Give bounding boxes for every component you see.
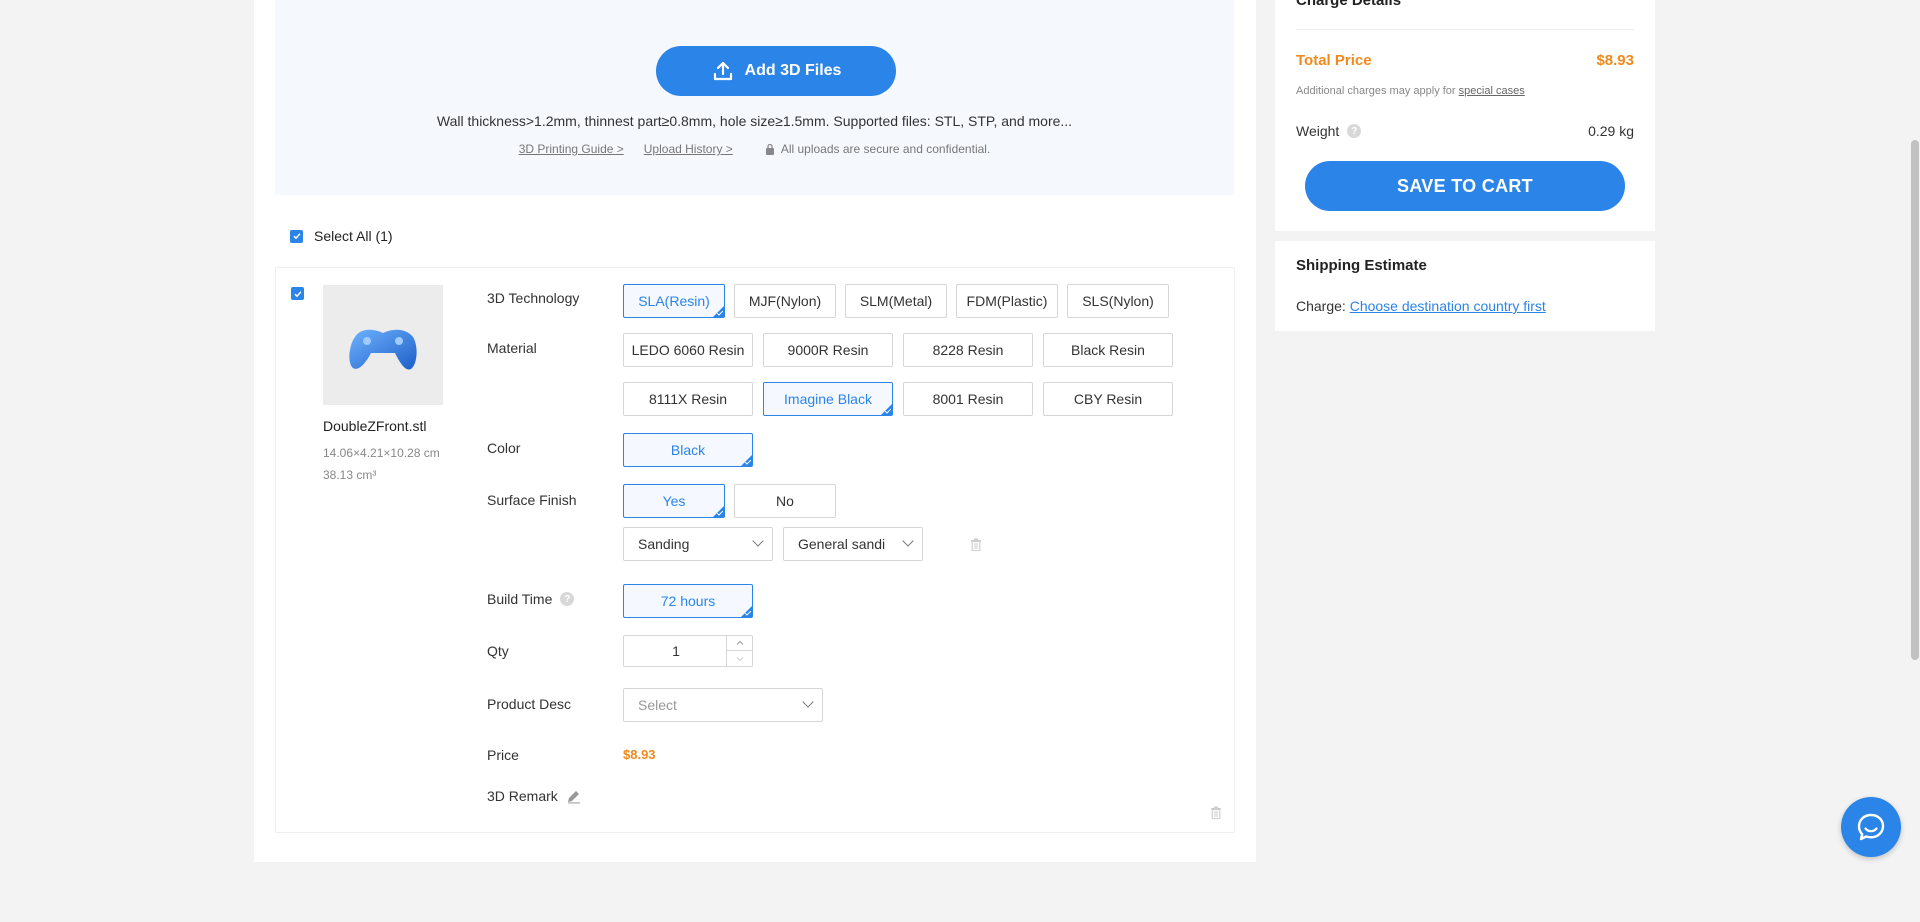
finish-type-value: Sanding xyxy=(638,536,690,552)
material-option[interactable]: LEDO 6060 Resin xyxy=(623,333,753,367)
quantity-decrease-button[interactable] xyxy=(726,651,752,666)
total-price-label: Total Price xyxy=(1296,52,1372,69)
material-option[interactable]: 9000R Resin xyxy=(763,333,893,367)
gamepad-model-image xyxy=(349,329,417,370)
material-label: Material xyxy=(487,340,537,356)
choose-country-link[interactable]: Choose destination country first xyxy=(1350,298,1546,314)
tech-option-sla[interactable]: SLA(Resin) xyxy=(623,284,725,318)
tech-option-slm[interactable]: SLM(Metal) xyxy=(845,284,947,318)
divider xyxy=(1296,29,1634,30)
color-label: Color xyxy=(487,440,521,456)
build-time-option[interactable]: 72 hours xyxy=(623,584,753,618)
remark-label: 3D Remark xyxy=(487,788,581,804)
secure-note: All uploads are secure and confidential. xyxy=(765,142,990,156)
chevron-down-icon xyxy=(802,696,814,708)
tech-option-sls[interactable]: SLS(Nylon) xyxy=(1067,284,1169,318)
upload-icon xyxy=(713,61,732,81)
shipping-estimate-card: Shipping Estimate Charge: Choose destina… xyxy=(1275,241,1655,331)
upload-requirements-note: Wall thickness>1.2mm, thinnest part≥0.8m… xyxy=(436,113,1073,129)
check-icon xyxy=(293,290,302,297)
total-price-value: $8.93 xyxy=(1596,52,1634,69)
file-name: DoubleZFront.stl xyxy=(323,418,427,434)
item-card: DoubleZFront.stl 14.06×4.21×10.28 cm 38.… xyxy=(275,267,1235,833)
build-time-label: Build Time ? xyxy=(487,591,575,607)
material-option[interactable]: Black Resin xyxy=(1043,333,1173,367)
charge-details-card: Charge Details Total Price $8.93 Additio… xyxy=(1275,0,1655,231)
help-icon[interactable]: ? xyxy=(1347,124,1362,138)
secure-text: All uploads are secure and confidential. xyxy=(780,142,991,156)
help-icon[interactable]: ? xyxy=(560,592,575,606)
upload-history-link[interactable]: Upload History > xyxy=(644,142,733,156)
quantity-increase-button[interactable] xyxy=(726,636,752,651)
upload-links: 3D Printing Guide > Upload History > All… xyxy=(275,142,1234,156)
lock-icon xyxy=(765,143,774,155)
tech-option-mjf[interactable]: MJF(Nylon) xyxy=(734,284,836,318)
chevron-down-icon xyxy=(902,535,914,547)
chevron-down-icon xyxy=(736,656,743,661)
upload-area[interactable]: Add 3D Files Wall thickness>1.2mm, thinn… xyxy=(275,0,1234,195)
shipping-charge: Charge: Choose destination country first xyxy=(1296,298,1546,314)
material-option[interactable]: 8111X Resin xyxy=(623,382,753,416)
tech-option-fdm[interactable]: FDM(Plastic) xyxy=(956,284,1058,318)
quantity-stepper xyxy=(623,635,753,667)
build-time-text: Build Time xyxy=(487,591,553,607)
material-option[interactable]: 8228 Resin xyxy=(903,333,1033,367)
item-checkbox[interactable] xyxy=(291,287,304,300)
surface-finish-no[interactable]: No xyxy=(734,484,836,518)
save-to-cart-button[interactable]: SAVE TO CART xyxy=(1305,161,1625,211)
quantity-input[interactable] xyxy=(624,636,728,666)
select-all[interactable]: Select All (1) xyxy=(290,228,393,244)
product-desc-placeholder: Select xyxy=(638,697,677,713)
select-all-label: Select All (1) xyxy=(314,228,393,244)
technology-label: 3D Technology xyxy=(487,290,580,306)
weight-label: Weight ? xyxy=(1296,123,1362,139)
shipping-charge-label: Charge: xyxy=(1296,298,1350,314)
material-option[interactable]: CBY Resin xyxy=(1043,382,1173,416)
material-option[interactable]: 8001 Resin xyxy=(903,382,1033,416)
weight-text: Weight xyxy=(1296,123,1340,139)
finish-trash-icon[interactable] xyxy=(970,538,982,551)
chevron-down-icon xyxy=(752,535,764,547)
surface-finish-label: Surface Finish xyxy=(487,492,577,508)
chat-icon xyxy=(1857,813,1885,841)
select-all-checkbox[interactable] xyxy=(290,229,303,243)
remark-text: 3D Remark xyxy=(487,788,558,804)
additional-charges-text: Additional charges may apply for xyxy=(1296,85,1459,97)
price-label: Price xyxy=(487,747,519,763)
finish-detail-select[interactable]: General sandi xyxy=(783,527,923,561)
material-option-selected[interactable]: Imagine Black xyxy=(763,382,893,416)
main-panel: Add 3D Files Wall thickness>1.2mm, thinn… xyxy=(254,0,1256,862)
add-3d-files-button[interactable]: Add 3D Files xyxy=(656,46,896,96)
model-thumbnail[interactable] xyxy=(323,285,443,405)
chevron-up-icon xyxy=(736,640,743,645)
pencil-icon[interactable] xyxy=(566,789,581,804)
color-option-black[interactable]: Black xyxy=(623,433,753,467)
scrollbar-thumb[interactable] xyxy=(1911,140,1919,660)
special-cases-link[interactable]: special cases xyxy=(1459,85,1525,97)
item-price: $8.93 xyxy=(623,747,656,762)
additional-charges-note: Additional charges may apply for special… xyxy=(1296,85,1525,97)
add-3d-files-label: Add 3D Files xyxy=(744,62,842,79)
qty-label: Qty xyxy=(487,643,509,659)
product-desc-label: Product Desc xyxy=(487,696,572,712)
file-volume: 38.13 cm³ xyxy=(323,468,377,482)
shipping-estimate-title: Shipping Estimate xyxy=(1296,257,1427,274)
charge-details-title: Charge Details xyxy=(1296,0,1402,9)
surface-finish-yes[interactable]: Yes xyxy=(623,484,725,518)
weight-value: 0.29 kg xyxy=(1588,123,1634,139)
product-desc-select[interactable]: Select xyxy=(623,688,823,722)
finish-detail-value: General sandi xyxy=(798,536,886,552)
page-scrollbar[interactable] xyxy=(1910,0,1920,922)
file-dimensions: 14.06×4.21×10.28 cm xyxy=(323,446,440,460)
item-trash-icon[interactable] xyxy=(1210,806,1222,819)
chat-button[interactable] xyxy=(1841,797,1901,857)
printing-guide-link[interactable]: 3D Printing Guide > xyxy=(519,142,624,156)
finish-type-select[interactable]: Sanding xyxy=(623,527,773,561)
check-icon xyxy=(292,233,301,240)
